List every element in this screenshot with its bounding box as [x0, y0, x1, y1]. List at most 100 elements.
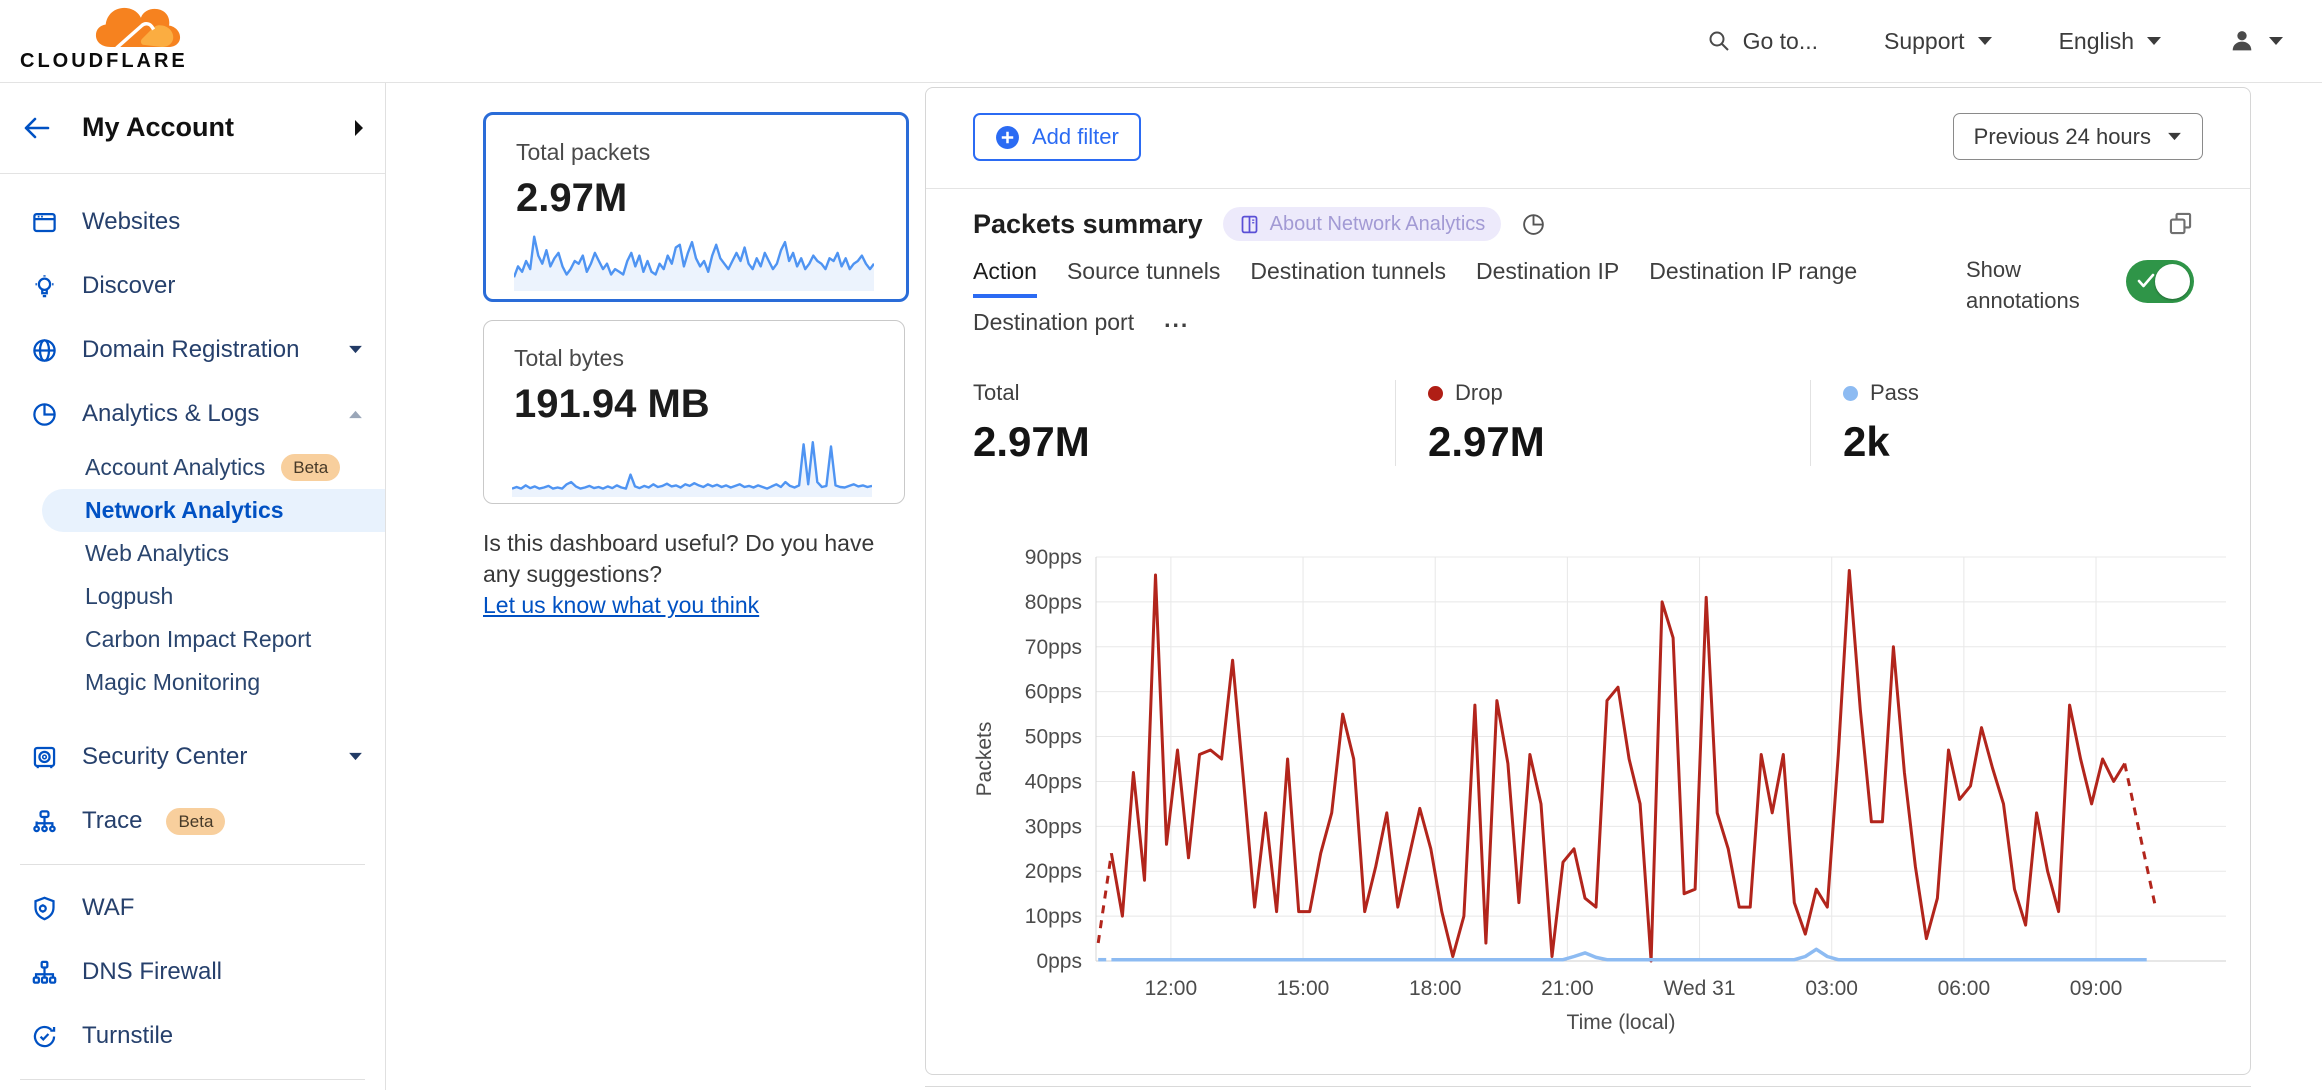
tab-destination-tunnels[interactable]: Destination tunnels: [1250, 256, 1446, 286]
packets-time-series-chart: 0pps10pps20pps30pps40pps50pps60pps70pps8…: [926, 543, 2250, 1043]
book-icon: [1239, 214, 1260, 235]
tab-destination-ip-range[interactable]: Destination IP range: [1649, 256, 1857, 286]
chevron-down-icon: [2167, 132, 2182, 142]
time-range-label: Previous 24 hours: [1974, 124, 2151, 150]
panel-divider: [926, 188, 2250, 189]
summary-tabs: Action Source tunnels Destination tunnel…: [973, 256, 1873, 337]
svg-text:03:00: 03:00: [1805, 977, 1858, 1000]
sidebar-subitem-account-analytics[interactable]: Account Analytics Beta: [0, 446, 385, 489]
chevron-down-icon: [1977, 36, 1993, 47]
sidebar-subitem-logpush[interactable]: Logpush: [0, 575, 385, 618]
sidebar-item-label: Trace: [82, 807, 142, 835]
network-analytics-panel: Add filter Previous 24 hours Packets sum…: [925, 87, 2251, 1075]
total-packets-card[interactable]: Total packets 2.97M: [483, 112, 909, 302]
more-tabs-button[interactable]: ...: [1164, 307, 1189, 337]
sidebar-item-dns-firewall[interactable]: DNS Firewall: [0, 940, 385, 1004]
sidebar-item-label: Discover: [82, 272, 175, 300]
chevron-down-icon: [348, 752, 363, 762]
sidebar-item-websites[interactable]: Websites: [0, 190, 385, 254]
add-filter-button[interactable]: Add filter: [973, 113, 1141, 161]
sidebar-subitem-magic-monitoring[interactable]: Magic Monitoring: [0, 661, 385, 704]
search-icon: [1707, 29, 1731, 53]
account-menu[interactable]: [2228, 27, 2284, 55]
stat-pass: Pass 2k: [1810, 380, 2248, 466]
svg-text:80pps: 80pps: [1025, 591, 1082, 614]
chevron-down-icon: [2268, 36, 2284, 47]
sidebar-item-label: Websites: [82, 208, 180, 236]
pie-chart-icon: [31, 401, 58, 428]
sidebar-item-label: WAF: [82, 894, 134, 922]
beta-badge: Beta: [166, 808, 225, 835]
cloudflare-cloud-icon: [88, 4, 188, 49]
add-filter-label: Add filter: [1032, 124, 1119, 150]
feedback-link[interactable]: Let us know what you think: [483, 592, 759, 618]
sidebar-item-label: Domain Registration: [82, 336, 299, 364]
pass-series-dot: [1843, 386, 1858, 401]
tab-source-tunnels[interactable]: Source tunnels: [1067, 256, 1220, 286]
stat-label: Drop: [1455, 380, 1503, 406]
shield-gear-icon: [31, 895, 58, 922]
beta-badge: Beta: [281, 454, 340, 481]
chevron-right-icon[interactable]: [353, 119, 365, 137]
sidebar-item-waf[interactable]: WAF: [0, 876, 385, 940]
sidebar-subitem-network-analytics[interactable]: Network Analytics: [42, 489, 385, 532]
packets-sparkline: [514, 229, 874, 291]
card-label: Total packets: [516, 139, 906, 166]
stat-value: 2k: [1843, 418, 2248, 466]
language-menu[interactable]: English: [2059, 28, 2162, 55]
sidebar-item-turnstile[interactable]: Turnstile: [0, 1004, 385, 1068]
svg-text:06:00: 06:00: [1938, 977, 1991, 1000]
back-arrow-icon[interactable]: [24, 117, 50, 139]
tab-destination-ip[interactable]: Destination IP: [1476, 256, 1619, 286]
plus-circle-icon: [995, 125, 1020, 150]
chevron-down-icon: [2146, 36, 2162, 47]
total-bytes-card[interactable]: Total bytes 191.94 MB: [483, 320, 905, 504]
about-badge-label: About Network Analytics: [1270, 213, 1486, 236]
tab-action[interactable]: Action: [973, 256, 1037, 286]
card-value: 191.94 MB: [514, 382, 904, 427]
sidebar-item-trace[interactable]: Trace Beta: [0, 789, 385, 853]
svg-text:15:00: 15:00: [1277, 977, 1330, 1000]
sidebar-subitem-label: Magic Monitoring: [85, 669, 260, 696]
lightbulb-icon: [31, 273, 58, 300]
sidebar-item-analytics-logs[interactable]: Analytics & Logs: [0, 382, 385, 446]
account-name[interactable]: My Account: [82, 112, 353, 143]
stats-row: Total 2.97M Drop 2.97M Pass 2k: [973, 380, 2248, 466]
svg-text:60pps: 60pps: [1025, 681, 1082, 704]
sidebar-subitem-label: Web Analytics: [85, 540, 229, 567]
goto-search[interactable]: Go to...: [1707, 28, 1818, 55]
svg-text:20pps: 20pps: [1025, 860, 1082, 883]
sidebar-item-discover[interactable]: Discover: [0, 254, 385, 318]
sidebar-item-domain-registration[interactable]: Domain Registration: [0, 318, 385, 382]
time-range-selector[interactable]: Previous 24 hours: [1953, 113, 2203, 160]
drop-series-dot: [1428, 386, 1443, 401]
sidebar: My Account Websites Discover Domain Regi…: [0, 82, 386, 1090]
svg-text:09:00: 09:00: [2070, 977, 2123, 1000]
cloudflare-logo[interactable]: CLOUDFLARE: [20, 4, 190, 73]
show-annotations-toggle[interactable]: [2126, 260, 2194, 303]
show-annotations-label: Show annotations: [1966, 254, 2096, 316]
expand-panel-icon[interactable]: [2167, 210, 2194, 237]
stat-value: 2.97M: [1428, 418, 1810, 466]
sidebar-subitem-carbon-impact-report[interactable]: Carbon Impact Report: [0, 618, 385, 661]
pie-chart-icon[interactable]: [1521, 212, 1546, 237]
svg-text:50pps: 50pps: [1025, 726, 1082, 749]
tab-destination-port[interactable]: Destination port: [973, 307, 1134, 337]
svg-text:18:00: 18:00: [1409, 977, 1462, 1000]
refresh-check-icon: [31, 1023, 58, 1050]
sidebar-subitem-label: Carbon Impact Report: [85, 626, 311, 653]
about-network-analytics-badge[interactable]: About Network Analytics: [1223, 207, 1502, 241]
toggle-knob: [2155, 264, 2190, 299]
panel-title: Packets summary: [973, 209, 1203, 240]
sidebar-subitem-web-analytics[interactable]: Web Analytics: [0, 532, 385, 575]
support-menu[interactable]: Support: [1884, 28, 1993, 55]
svg-text:Time (local): Time (local): [1567, 1011, 1676, 1034]
sidebar-item-label: DNS Firewall: [82, 958, 222, 986]
bytes-sparkline: [512, 435, 872, 497]
check-icon: [2137, 273, 2155, 289]
sidebar-item-label: Turnstile: [82, 1022, 173, 1050]
sidebar-item-security-center[interactable]: Security Center: [0, 725, 385, 789]
globe-icon: [31, 337, 58, 364]
sidebar-divider: [20, 864, 365, 865]
sidebar-header: My Account: [0, 82, 385, 174]
